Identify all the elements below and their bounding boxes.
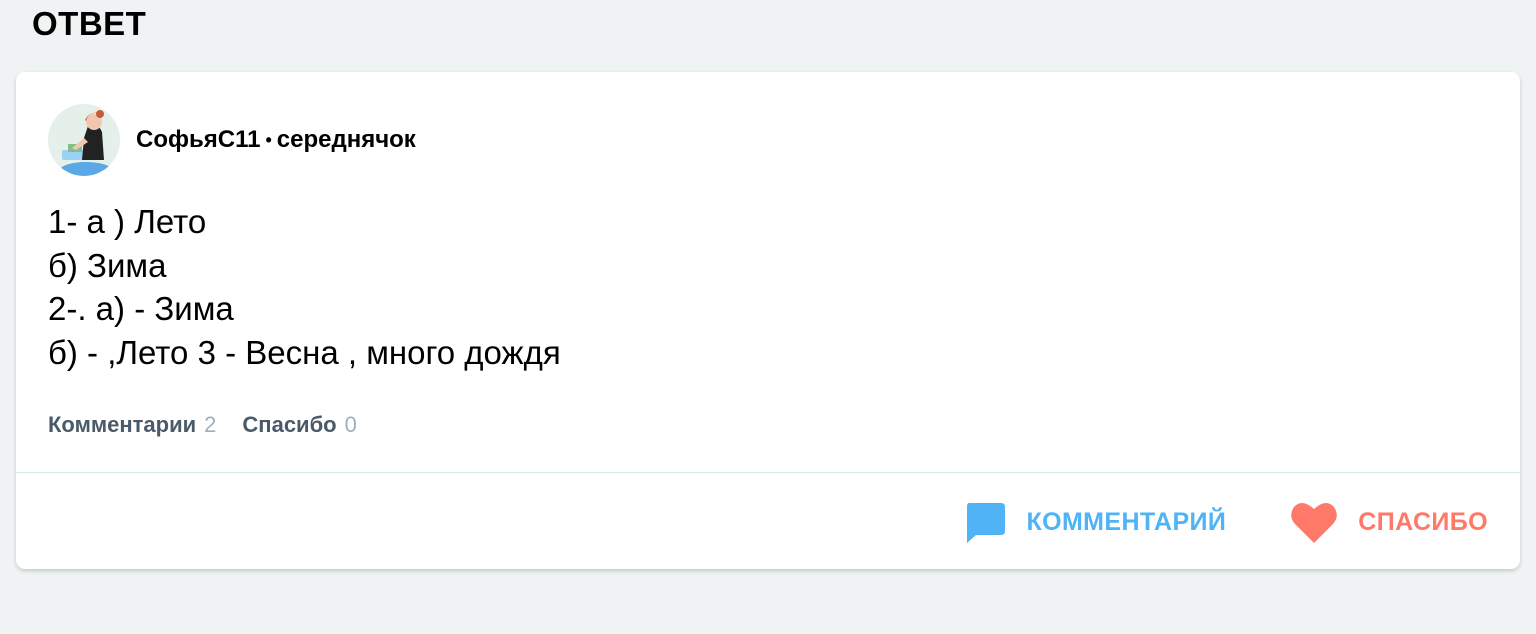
answer-line: 2-. а) - Зима: [48, 290, 234, 327]
answer-actions: КОММЕНТАРИЙ СПАСИБО: [964, 500, 1488, 544]
thanks-count: 0: [344, 412, 357, 437]
avatar[interactable]: [48, 104, 120, 176]
answer-line: б) - ,Лето 3 - Весна , много дождя: [48, 333, 561, 371]
avatar-illustration-icon: [48, 104, 120, 176]
section-heading: ОТВЕТ: [32, 5, 147, 42]
answer-text: 1- а ) Лето б) Зима 2-. а) - Зима б) - ,…: [48, 200, 561, 374]
comment-button[interactable]: КОММЕНТАРИЙ: [964, 501, 1226, 543]
answer-line: 1- а ) Лето: [48, 203, 207, 240]
comments-stat-label: Комментарии: [48, 412, 197, 437]
comment-button-label: КОММЕНТАРИЙ: [1026, 507, 1227, 536]
comments-stat[interactable]: Комментарии 2: [48, 412, 216, 438]
thanks-button-label: СПАСИБО: [1358, 507, 1488, 536]
comments-count: 2: [204, 412, 217, 437]
answer-line: б) Зима: [48, 246, 167, 284]
thanks-stat-label: Спасибо: [242, 412, 337, 437]
divider: [16, 472, 1520, 473]
author-separator: •: [265, 129, 272, 150]
author-name[interactable]: СофьяС11: [136, 126, 260, 154]
author-rank: середнячок: [276, 126, 416, 153]
speech-bubble-icon: [967, 503, 1006, 543]
answer-card: СофьяС11 • середнячок 1- а ) Лето б) Зим…: [16, 72, 1520, 569]
answer-author: СофьяС11 • середнячок: [48, 104, 416, 176]
thanks-stat[interactable]: Спасибо 0: [242, 412, 356, 438]
answer-stats: Комментарии 2 Спасибо 0: [48, 412, 357, 438]
heart-icon: [1291, 502, 1338, 543]
thanks-button[interactable]: СПАСИБО: [1290, 500, 1488, 544]
